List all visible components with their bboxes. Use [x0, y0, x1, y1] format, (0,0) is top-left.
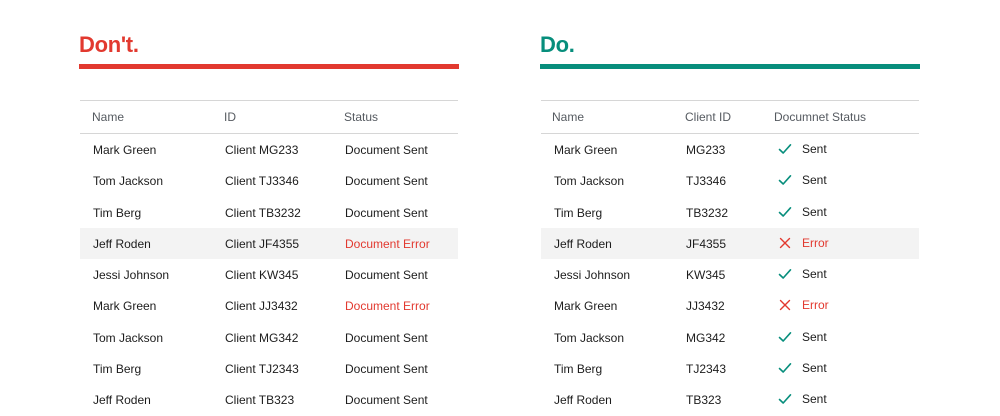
table-row[interactable]: Jessi Johnson Client KW345 Document Sent [80, 259, 458, 290]
table-row[interactable]: Tim Berg Client TJ2343 Document Sent [80, 353, 458, 384]
table-row[interactable]: Tim Berg TJ2343 Sent [541, 353, 919, 384]
check-icon [778, 205, 792, 219]
do-heading: Do. [540, 32, 575, 57]
id-cell: Client MG233 [225, 143, 299, 157]
do-table: Name Client ID Documnet Status Mark Gree… [541, 100, 919, 416]
column-header-client-id: Client ID [685, 110, 732, 124]
name-cell: Tom Jackson [93, 330, 164, 345]
table-row[interactable]: Jessi Johnson KW345 Sent [541, 259, 919, 290]
name-cell: Tim Berg [554, 205, 603, 220]
check-icon [778, 361, 792, 375]
status-cell: Document Sent [345, 174, 428, 189]
id-cell: Client MG342 [225, 330, 299, 345]
status-cell: Document Sent [345, 143, 428, 157]
table-row[interactable]: Tom Jackson Client TJ3346 Document Sent [80, 165, 458, 196]
status-label: Sent [802, 204, 827, 219]
table-row[interactable]: Mark Green Client JJ3432 Document Error [80, 290, 458, 321]
status-label: Sent [802, 329, 827, 344]
column-header-status: Status [344, 110, 379, 124]
status-cell: Document Error [345, 299, 430, 314]
do-underline [540, 64, 920, 69]
table-row[interactable]: Mark Green JJ3432 Error [541, 290, 919, 321]
status-label: Sent [802, 173, 827, 188]
client-id-cell: MG233 [686, 143, 726, 157]
x-icon [778, 298, 792, 312]
name-cell: Jeff Roden [93, 393, 151, 408]
name-cell: Jeff Roden [554, 393, 612, 408]
id-cell: Client KW345 [225, 268, 299, 283]
dont-heading: Don't. [79, 32, 139, 57]
table-row[interactable]: Jeff Roden JF4355 Error [541, 227, 919, 260]
check-icon [778, 330, 792, 344]
client-id-cell: TJ3346 [686, 174, 727, 189]
status-label: Sent [802, 392, 827, 407]
dont-table: Name ID Status Mark Green Client MG233 Doc… [80, 100, 458, 416]
client-id-cell: TB3232 [686, 205, 729, 220]
name-cell: Jessi Johnson [554, 268, 631, 283]
check-icon [778, 267, 792, 281]
table-row[interactable]: Tim Berg Client TB3232 Document Sent [80, 197, 458, 228]
dont-table-body: Mark Green Client MG233 Document Sent Tom J… [80, 134, 458, 416]
id-cell: Client TJ2343 [225, 362, 299, 377]
column-header-name: Name [552, 110, 585, 124]
client-id-cell: JJ3432 [686, 299, 725, 314]
status-label: Sent [802, 361, 827, 376]
status-cell: Document Sent [345, 362, 428, 377]
client-id-cell: MG342 [686, 330, 726, 345]
status-label: Sent [802, 267, 827, 282]
name-cell: Mark Green [554, 143, 618, 157]
status-label: Error [802, 298, 829, 313]
status-cell: Document Sent [345, 393, 428, 408]
status-cell: Document Sent [345, 205, 428, 220]
name-cell: Tim Berg [93, 362, 142, 377]
name-cell: Tim Berg [93, 205, 142, 220]
check-icon [778, 142, 792, 156]
status-label: Sent [802, 142, 827, 156]
column-header-name: Name [92, 110, 125, 124]
name-cell: Jeff Roden [554, 236, 612, 251]
name-cell: Jessi Johnson [93, 268, 170, 283]
client-id-cell: TJ2343 [686, 362, 727, 377]
column-header-document-status: Documnet Status [774, 110, 867, 124]
status-cell: Document Sent [345, 268, 428, 283]
do-table-body: Mark Green MG233 Sent Tom Jackson TJ3346 Sent… [541, 134, 919, 416]
dont-underline [79, 64, 459, 69]
client-id-cell: TB323 [686, 393, 722, 408]
id-cell: Client TB3232 [225, 205, 301, 220]
name-cell: Jeff Roden [93, 236, 151, 251]
id-cell: Client JF4355 [225, 236, 300, 251]
name-cell: Tom Jackson [554, 330, 625, 345]
dont-table-header: Name ID Status [80, 100, 458, 134]
do-table-header: Name Client ID Documnet Status [541, 100, 919, 134]
client-id-cell: JF4355 [686, 236, 727, 251]
table-row[interactable]: Jeff Roden Client JF4355 Document Error [80, 227, 458, 260]
table-row[interactable]: Tom Jackson TJ3346 Sent [541, 165, 919, 196]
name-cell: Tom Jackson [93, 174, 164, 189]
table-row[interactable]: Mark Green MG233 Sent [541, 134, 919, 165]
table-row[interactable]: Mark Green Client MG233 Document Sent [80, 134, 458, 165]
id-cell: Client TJ3346 [225, 174, 299, 189]
x-icon [778, 236, 792, 250]
name-cell: Tom Jackson [554, 174, 625, 189]
client-id-cell: KW345 [686, 268, 726, 283]
name-cell: Mark Green [93, 143, 157, 157]
table-row[interactable]: Tim Berg TB3232 Sent [541, 197, 919, 228]
name-cell: Mark Green [554, 299, 618, 314]
check-icon [778, 173, 792, 187]
id-cell: Client TB323 [225, 393, 295, 408]
status-label: Error [802, 235, 829, 250]
column-header-id: ID [224, 110, 236, 124]
check-icon [778, 392, 792, 406]
status-cell: Document Error [345, 236, 430, 251]
table-row[interactable]: Tom Jackson Client MG342 Document Sent [80, 322, 458, 353]
status-cell: Document Sent [345, 330, 428, 345]
table-row[interactable]: Tom Jackson MG342 Sent [541, 322, 919, 353]
name-cell: Tim Berg [554, 362, 603, 377]
id-cell: Client JJ3432 [225, 299, 298, 314]
name-cell: Mark Green [93, 299, 157, 314]
